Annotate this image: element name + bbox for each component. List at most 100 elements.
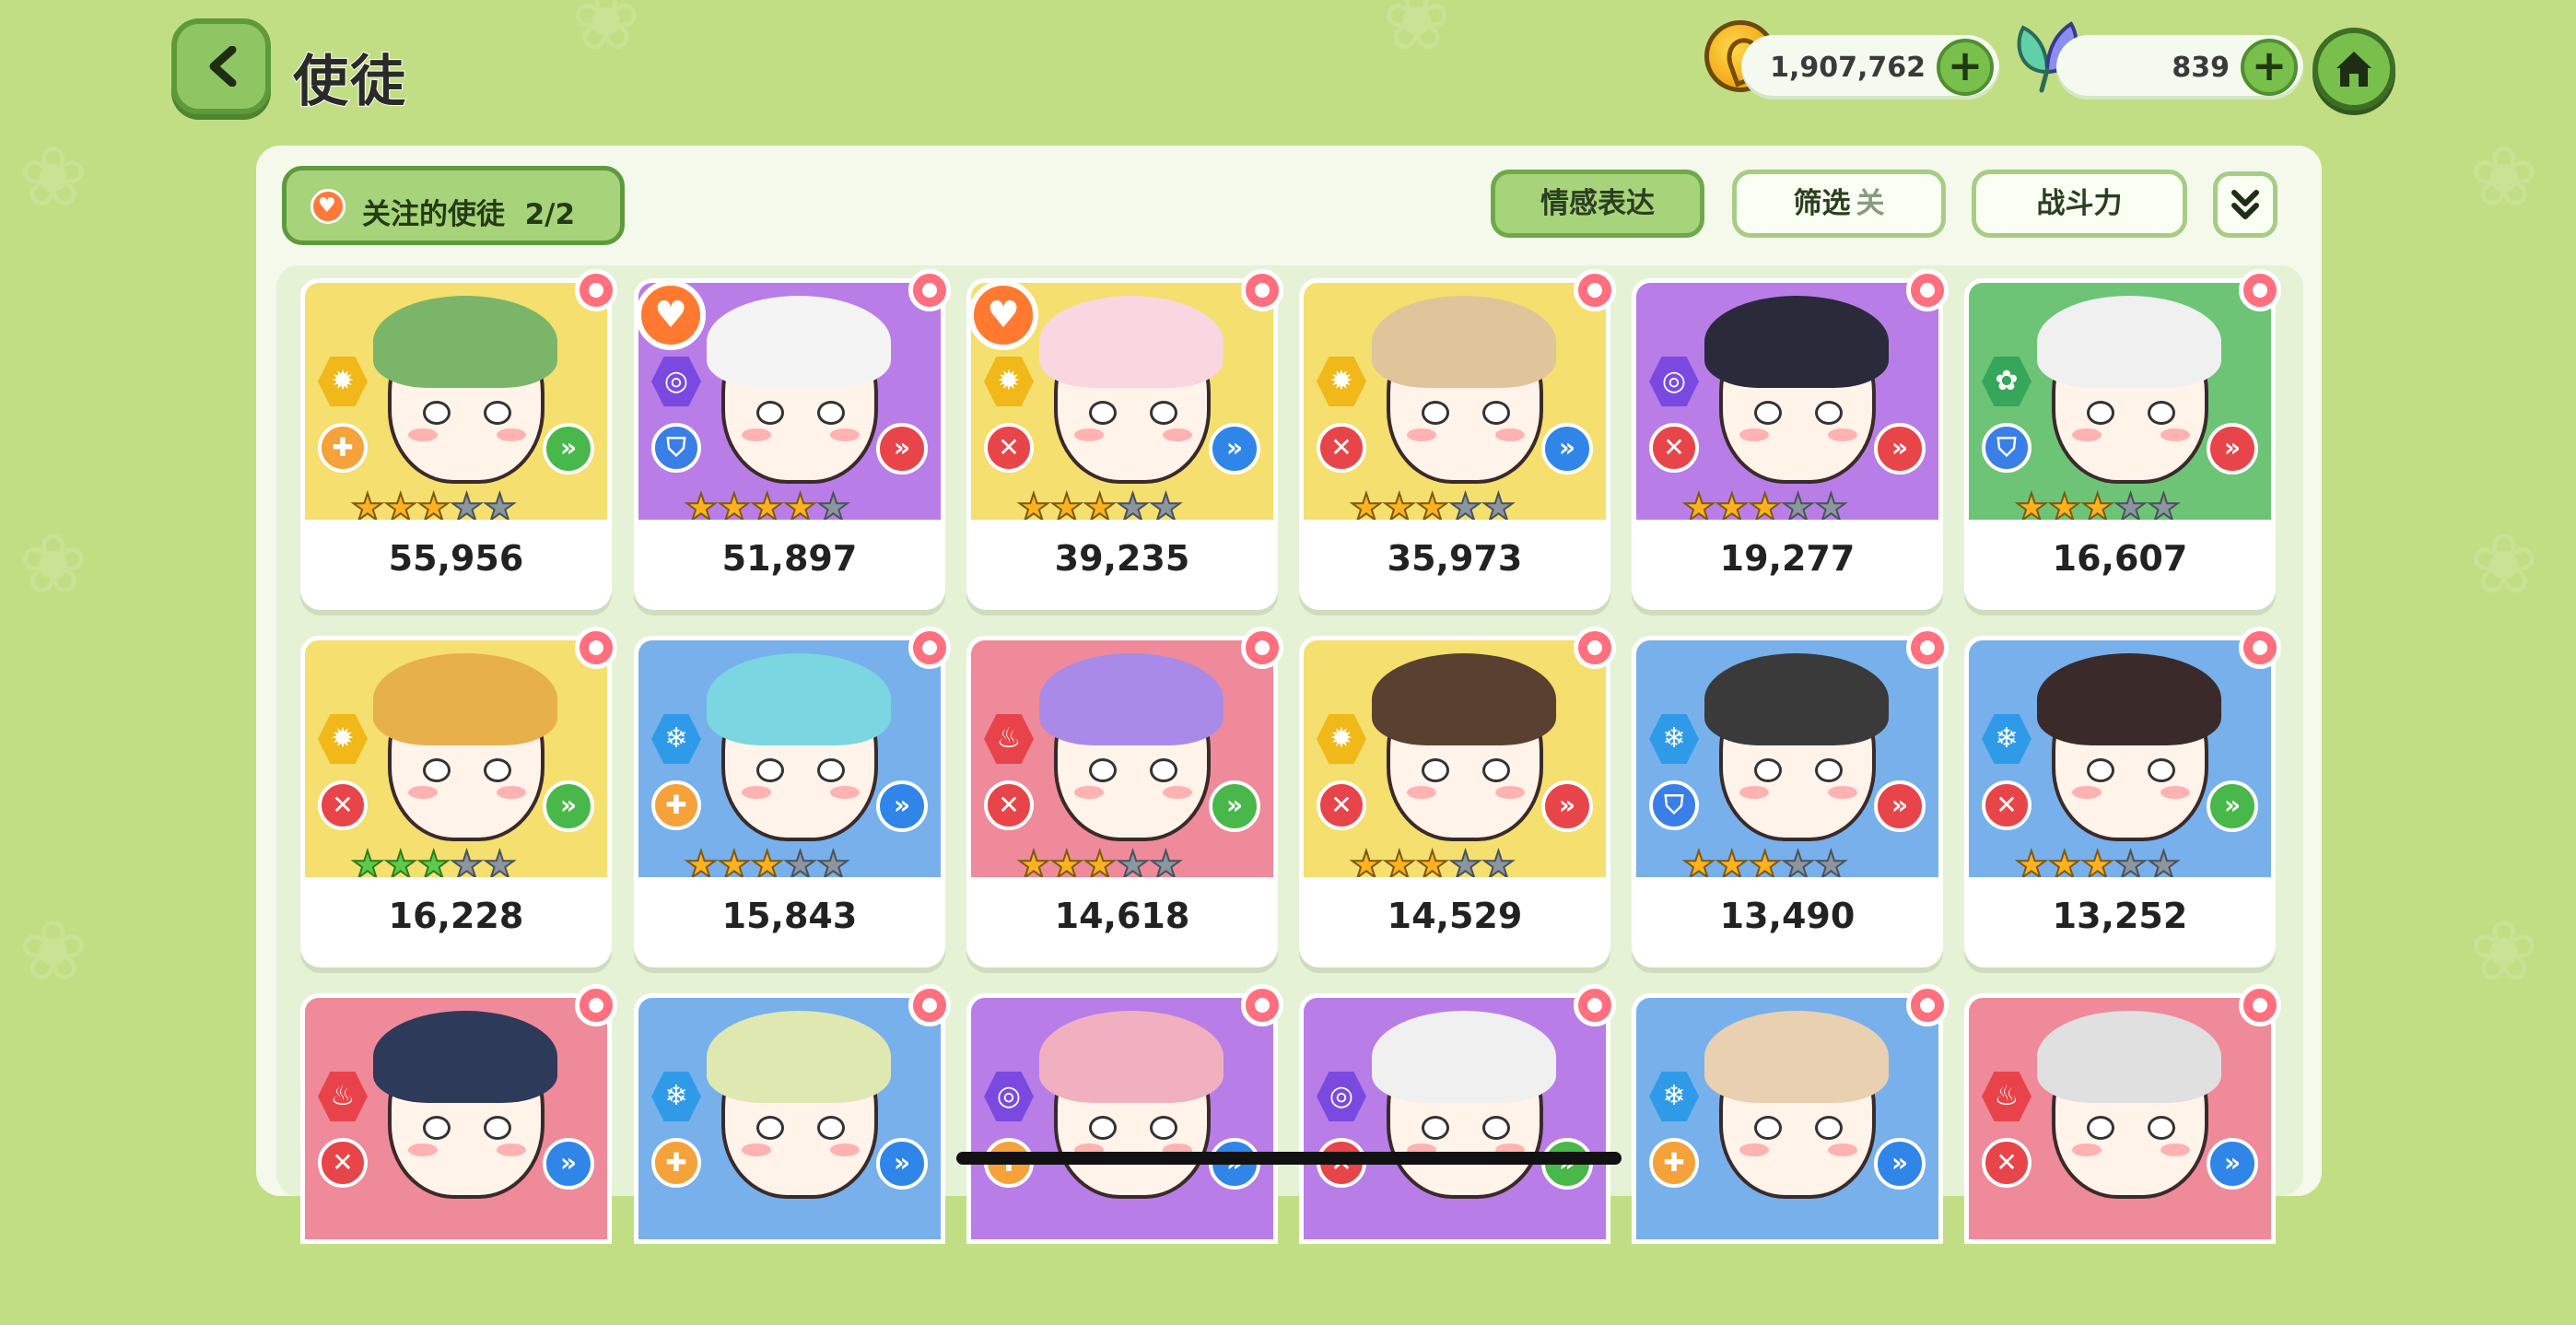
character-face	[1039, 1011, 1224, 1199]
apostle-portrait: ♨ ✕ »	[1964, 993, 2276, 1244]
combat-power: 14,529	[1387, 896, 1523, 936]
flower-icon	[575, 984, 617, 1026]
apostle-card[interactable]: ✹ ✕» ★★★★★ 16,228	[300, 627, 617, 967]
light-element-icon: ✹	[318, 714, 368, 764]
favorites-toggle[interactable]: 关注的使徒 2/2	[282, 166, 625, 245]
apostle-card[interactable]: ❄ ✚ »	[634, 984, 951, 1325]
favorites-label: 关注的使徒	[362, 198, 505, 231]
leaf-amount: 839	[2172, 52, 2230, 84]
fire-element-icon: ♨	[1982, 1072, 2032, 1121]
apostle-card[interactable]: ✹ ✕» ★★★★★ 35,973	[1299, 269, 1616, 610]
light-element-icon: ✹	[1317, 714, 1366, 764]
apostle-card[interactable]: ♨ ✕ »	[300, 984, 617, 1325]
back-button[interactable]	[171, 18, 271, 114]
heart-icon	[310, 189, 345, 224]
apostle-portrait: ◎✚»	[966, 993, 1278, 1244]
apostle-card[interactable]: ◎ ⛉» ★★★★★ 51,897 ♥	[634, 269, 951, 610]
home-button[interactable]	[2313, 28, 2395, 111]
combat-power: 14,618	[1054, 896, 1190, 936]
apostle-portrait: ✿ ⛉» ★★★★★	[1964, 278, 2276, 529]
flower-icon	[1574, 627, 1616, 669]
attack-role-icon: ✕	[318, 780, 368, 830]
apostle-card[interactable]: ◎ ✕» ★★★★★ 19,277	[1632, 269, 1949, 610]
chevron-left-icon	[209, 46, 237, 87]
home-icon	[2336, 52, 2371, 87]
fire-element-icon: ♨	[318, 1072, 368, 1121]
character-face	[2037, 296, 2221, 484]
emotion-button[interactable]: 情感表达	[1491, 170, 1704, 238]
character-face	[707, 296, 891, 484]
home-indicator	[956, 1152, 1622, 1165]
ice-element-icon: ❄	[1649, 714, 1699, 764]
character-face	[1372, 1011, 1556, 1199]
apostle-portrait: ✹ ✕» ★★★★★	[1299, 636, 1610, 886]
apostle-card[interactable]: ✹ ✕» ★★★★★ 39,235 ♥	[966, 269, 1283, 610]
apostle-portrait: ✹ ✕» ★★★★★	[1299, 278, 1610, 529]
sort-order-button[interactable]	[2213, 171, 2277, 238]
character-face	[2037, 653, 2221, 841]
add-gold-button[interactable]: +	[1937, 39, 1994, 96]
attack-role-icon: ✕	[1317, 780, 1366, 830]
apostle-portrait: ♨ ✕ »	[300, 993, 612, 1244]
apostle-card[interactable]: ❄ ✕» ★★★★★ 13,252	[1964, 627, 2281, 967]
flower-icon	[1906, 627, 1949, 669]
apostle-card[interactable]: ❄ ✚» ★★★★★ 15,843	[634, 627, 951, 967]
leaf-counter: 839 +	[2056, 35, 2303, 100]
tank-role-icon: ⛉	[1982, 423, 2032, 473]
support-role-icon: ✚	[651, 780, 701, 830]
position-arrow-icon: »	[1209, 423, 1260, 475]
character-face	[1372, 296, 1556, 484]
dark-element-icon: ◎	[1649, 357, 1699, 406]
flower-icon	[1906, 269, 1949, 311]
position-arrow-icon: »	[1874, 1138, 1926, 1190]
character-face	[1704, 1011, 1889, 1199]
emotion-label: 情感表达	[1540, 187, 1655, 220]
position-arrow-icon: »	[876, 1138, 928, 1190]
character-face	[1372, 653, 1556, 841]
combat-power: 15,843	[721, 896, 858, 936]
add-leaf-button[interactable]: +	[2241, 39, 2298, 96]
apostle-portrait: ◎✕»	[1299, 993, 1610, 1244]
combat-power: 16,228	[388, 896, 524, 936]
character-face	[707, 653, 891, 841]
apostle-card[interactable]: ❄ ⛉» ★★★★★ 13,490	[1632, 627, 1949, 967]
flower-icon	[2239, 627, 2281, 669]
character-face	[1039, 296, 1224, 484]
character-face	[1704, 653, 1889, 841]
support-role-icon: ✚	[1649, 1138, 1699, 1188]
combat-power: 39,235	[1054, 538, 1190, 579]
apostle-card[interactable]: ✹ ✚» ★★★★★ 55,956	[300, 269, 617, 610]
position-arrow-icon: »	[543, 423, 594, 475]
combat-power: 13,490	[1719, 896, 1856, 936]
combat-power: 55,956	[388, 538, 524, 579]
flower-icon	[1241, 984, 1283, 1026]
ice-element-icon: ❄	[1982, 714, 2032, 764]
attack-role-icon: ✕	[984, 423, 1034, 473]
favorite-heart-icon: ♥	[968, 280, 1038, 350]
position-arrow-icon: »	[2207, 780, 2258, 832]
gold-amount: 1,907,762	[1770, 52, 1926, 84]
position-arrow-icon: »	[1541, 423, 1593, 475]
tank-role-icon: ⛉	[651, 423, 701, 473]
flower-icon	[1241, 627, 1283, 669]
attack-role-icon: ✕	[1982, 1138, 2032, 1188]
apostle-card[interactable]: ❄ ✚ »	[1632, 984, 1949, 1325]
flower-icon	[575, 269, 617, 311]
apostle-card[interactable]: ♨ ✕ »	[1964, 984, 2281, 1325]
filter-button[interactable]: 筛选关	[1732, 170, 1946, 238]
sort-power-button[interactable]: 战斗力	[1972, 170, 2187, 238]
combat-power: 35,973	[1387, 538, 1523, 579]
attack-role-icon: ✕	[318, 1138, 368, 1188]
character-face	[373, 296, 557, 484]
attack-role-icon: ✕	[984, 780, 1034, 830]
page-title: 使徒	[292, 49, 407, 115]
apostle-card[interactable]: ✹ ✕» ★★★★★ 14,529	[1299, 627, 1616, 967]
apostle-portrait: ♨ ✕» ★★★★★	[966, 636, 1278, 886]
combat-power: 51,897	[721, 538, 858, 579]
flower-icon	[908, 984, 951, 1026]
ice-element-icon: ❄	[651, 714, 701, 764]
dark-element-icon: ◎	[984, 1072, 1034, 1121]
apostle-card[interactable]: ♨ ✕» ★★★★★ 14,618	[966, 627, 1283, 967]
apostle-card[interactable]: ✿ ⛉» ★★★★★ 16,607	[1964, 269, 2281, 610]
position-arrow-icon: »	[1874, 780, 1926, 832]
